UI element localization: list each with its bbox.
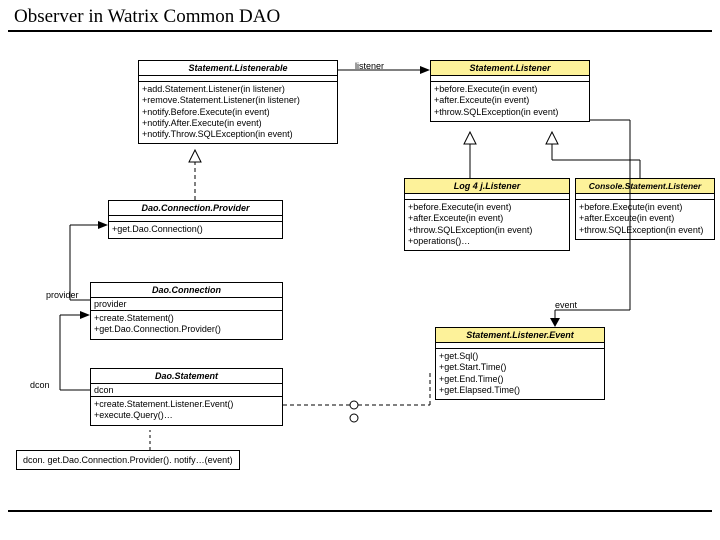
class-dao-statement: Dao.Statement dcon +create.Statement.Lis… — [90, 368, 283, 426]
op: +after.Exceute(in event) — [579, 213, 711, 224]
op: +before.Execute(in event) — [579, 202, 711, 213]
class-dao-statement-ops: +create.Statement.Listener.Event() +exec… — [91, 397, 282, 425]
class-connection-provider: Dao.Connection.Provider +get.Dao.Connect… — [108, 200, 283, 239]
class-dao-connection: Dao.Connection provider +create.Statemen… — [90, 282, 283, 340]
role-event: event — [555, 300, 577, 310]
role-provider-inner: provider — [91, 298, 282, 310]
op: +throw.SQLException(in event) — [434, 107, 586, 118]
note-call-sequence: dcon. get.Dao.Connection.Provider(). not… — [16, 450, 240, 470]
role-provider: provider — [46, 290, 79, 300]
role-dcon-inner: dcon — [91, 384, 282, 396]
class-statement-listener-event-ops: +get.Sql() +get.Start.Time() +get.End.Ti… — [436, 349, 604, 399]
role-dcon: dcon — [30, 380, 50, 390]
class-log4j-listener-title: Log 4 j.Listener — [405, 179, 569, 194]
class-dao-connection-ops: +create.Statement() +get.Dao.Connection.… — [91, 311, 282, 339]
class-console-listener: Console.Statement.Listener +before.Execu… — [575, 178, 715, 240]
op: +get.Dao.Connection() — [112, 224, 279, 235]
class-log4j-listener-ops: +before.Execute(in event) +after.Exceute… — [405, 200, 569, 250]
divider-top — [8, 30, 712, 32]
class-listenerable-ops: +add.Statement.Listener(in listener) +re… — [139, 82, 337, 143]
class-statement-listener-ops: +before.Execute(in event) +after.Exceute… — [431, 82, 589, 121]
op: +get.Sql() — [439, 351, 601, 362]
op: +throw.SQLException(in event) — [579, 225, 711, 236]
class-dao-connection-title: Dao.Connection — [91, 283, 282, 298]
op: +throw.SQLException(in event) — [408, 225, 566, 236]
op: +create.Statement.Listener.Event() — [94, 399, 279, 410]
class-statement-listener-event: Statement.Listener.Event +get.Sql() +get… — [435, 327, 605, 400]
class-listenerable-title: Statement.Listenerable — [139, 61, 337, 76]
class-statement-listener-title: Statement.Listener — [431, 61, 589, 76]
op: +notify.Throw.SQLException(in event) — [142, 129, 334, 140]
op: +get.End.Time() — [439, 374, 601, 385]
op: +notify.After.Execute(in event) — [142, 118, 334, 129]
class-log4j-listener: Log 4 j.Listener +before.Execute(in even… — [404, 178, 570, 251]
op: +get.Start.Time() — [439, 362, 601, 373]
op: +before.Execute(in event) — [408, 202, 566, 213]
divider-bottom — [8, 510, 712, 512]
class-connection-provider-ops: +get.Dao.Connection() — [109, 222, 282, 238]
op: +operations()… — [408, 236, 566, 247]
op: +after.Exceute(in event) — [434, 95, 586, 106]
assoc-label-listener: listener — [355, 61, 384, 71]
op: +after.Exceute(in event) — [408, 213, 566, 224]
page-title: Observer in Watrix Common DAO — [14, 6, 280, 28]
class-console-listener-ops: +before.Execute(in event) +after.Exceute… — [576, 200, 714, 239]
op: +add.Statement.Listener(in listener) — [142, 84, 334, 95]
op: +remove.Statement.Listener(in listener) — [142, 95, 334, 106]
op: +before.Execute(in event) — [434, 84, 586, 95]
class-connection-provider-title: Dao.Connection.Provider — [109, 201, 282, 216]
class-statement-listener-event-title: Statement.Listener.Event — [436, 328, 604, 343]
class-listenerable: Statement.Listenerable +add.Statement.Li… — [138, 60, 338, 144]
op: +notify.Before.Execute(in event) — [142, 107, 334, 118]
class-dao-statement-attrs: dcon — [91, 384, 282, 397]
class-dao-connection-attrs: provider — [91, 298, 282, 311]
op: +execute.Query()… — [94, 410, 279, 421]
class-statement-listener: Statement.Listener +before.Execute(in ev… — [430, 60, 590, 122]
op: +create.Statement() — [94, 313, 279, 324]
op: +get.Dao.Connection.Provider() — [94, 324, 279, 335]
class-console-listener-title: Console.Statement.Listener — [576, 179, 714, 194]
op: +get.Elapsed.Time() — [439, 385, 601, 396]
class-dao-statement-title: Dao.Statement — [91, 369, 282, 384]
